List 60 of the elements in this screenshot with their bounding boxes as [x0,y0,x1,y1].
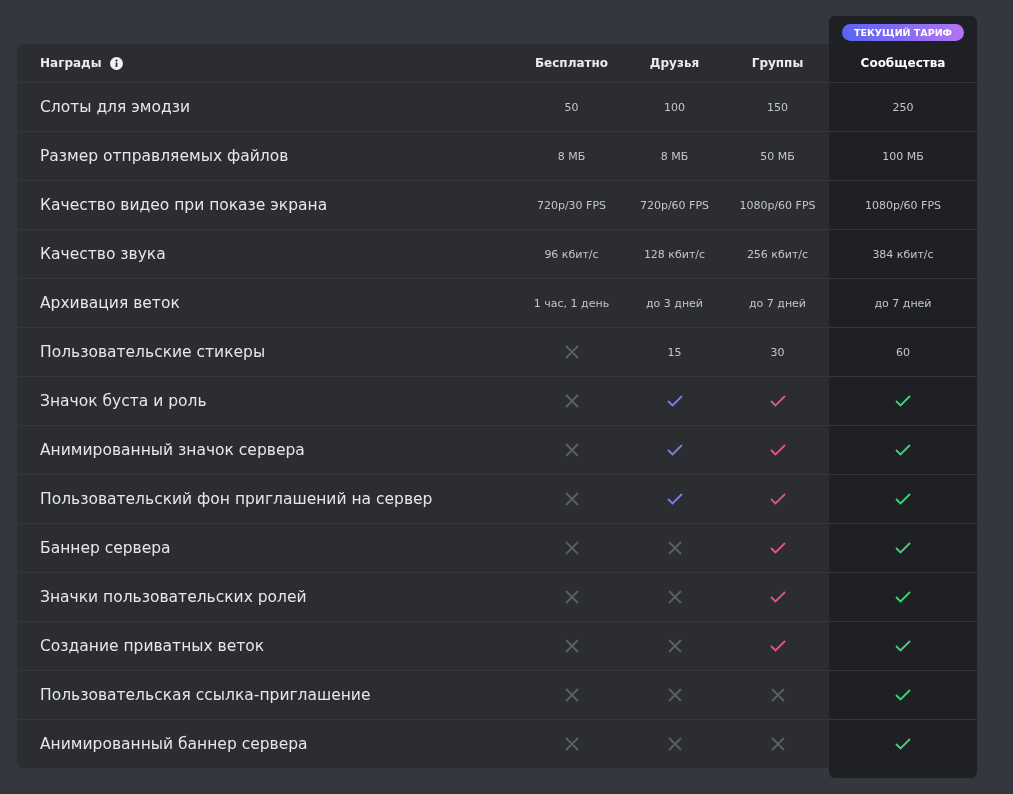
table-cell: 250 [892,100,914,114]
feature-label: Значки пользовательских ролей [40,588,307,606]
feature-label: Качество звука [40,245,166,263]
table-cell: 1080p/60 FPS [739,198,816,212]
table-cell: 256 кбит/с [746,247,809,261]
column-header: Группы [751,56,804,70]
feature-label: Архивация веток [40,294,180,312]
cross-icon [564,737,579,751]
table-cell: до 7 дней [874,296,932,310]
table-cell: 30 [770,345,785,359]
cross-icon [667,639,682,653]
feature-label: Значок буста и роль [40,392,207,410]
table-cell: 15 [667,345,682,359]
table-cell: 8 МБ [557,149,586,163]
table-cell: 50 МБ [760,149,795,163]
feature-label: Создание приватных веток [40,637,265,655]
cross-icon [667,688,682,702]
table-cell: 720p/60 FPS [639,198,710,212]
table-cell: 50 [564,100,579,114]
cross-icon [667,737,682,751]
feature-label: Слоты для эмодзи [40,98,190,116]
table-cell: 1 час, 1 день [533,296,610,310]
table-cell: 100 МБ [882,149,924,163]
table-cell: до 7 дней [748,296,806,310]
cross-icon [564,345,579,359]
feature-label: Анимированный значок сервера [40,441,305,459]
feature-label: Пользовательский фон приглашений на сервер [40,490,433,508]
table-cell: 96 кбит/с [544,247,599,261]
cross-icon [564,688,579,702]
cross-icon [564,394,579,408]
current-plan-badge: ТЕКУЩИЙ ТАРИФ [842,24,964,41]
table-cell: 128 кбит/с [643,247,706,261]
cross-icon [564,443,579,457]
feature-label: Баннер сервера [40,539,171,557]
cross-icon [667,541,682,555]
column-header: Бесплатно [534,56,609,70]
table-cell: 150 [767,100,788,114]
info-icon[interactable] [109,56,123,70]
cross-icon [667,590,682,604]
table-cell: 384 кбит/с [872,247,934,261]
column-header: Друзья [649,56,700,70]
cross-icon [564,492,579,506]
cross-icon [770,737,785,751]
table-cell: 100 [664,100,685,114]
feature-label: Качество видео при показе экрана [40,196,328,214]
table-cell: 8 МБ [660,149,689,163]
cross-icon [564,590,579,604]
table-cell: 60 [896,345,910,359]
cross-icon [564,639,579,653]
column-header: Награды [40,56,102,70]
table-cell: 720p/30 FPS [536,198,607,212]
cross-icon [770,688,785,702]
feature-label: Пользовательская ссылка-приглашение [40,686,371,704]
feature-label: Анимированный баннер сервера [40,735,308,753]
table-cell: до 3 дней [645,296,703,310]
column-header: Сообщества [860,56,946,70]
cross-icon [564,541,579,555]
feature-label: Пользовательские стикеры [40,343,266,361]
table-cell: 1080p/60 FPS [864,198,942,212]
feature-label: Размер отправляемых файлов [40,147,289,165]
